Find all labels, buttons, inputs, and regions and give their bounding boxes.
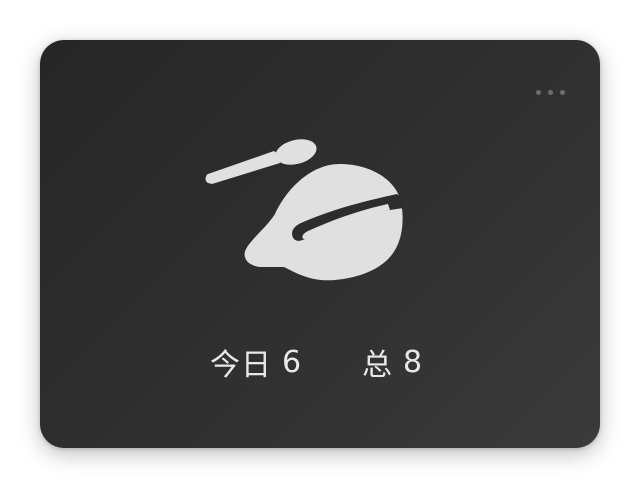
ellipsis-icon — [547, 89, 553, 95]
today-stat: 今日 6 — [210, 340, 302, 384]
more-options-button[interactable] — [530, 84, 570, 100]
total-label: 总 — [362, 348, 393, 383]
spoon-handle — [205, 151, 280, 184]
roast-chicken-icon — [205, 139, 404, 281]
total-value: 8 — [403, 344, 424, 380]
spoon-bowl — [275, 139, 317, 165]
today-label: 今日 — [210, 348, 272, 383]
ellipsis-icon — [535, 89, 541, 95]
desktop-background: 今日 6 总 8 — [0, 0, 640, 488]
today-value: 6 — [282, 344, 303, 380]
spoon-handle-end — [205, 174, 215, 184]
ellipsis-icon — [559, 89, 565, 95]
stats-row: 今日 6 总 8 — [40, 340, 600, 384]
total-stat: 总 8 — [362, 340, 423, 384]
counter-widget[interactable]: 今日 6 总 8 — [40, 40, 600, 448]
